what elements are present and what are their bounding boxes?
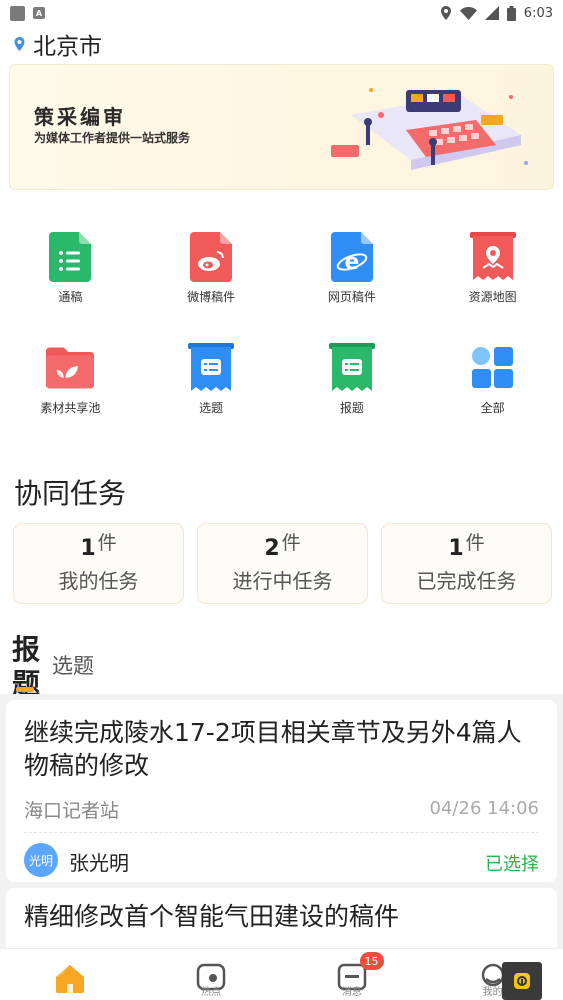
folder-icon	[46, 341, 95, 395]
task-label: 进行中任务	[232, 568, 333, 593]
item-time: 04/26 14:06	[429, 798, 539, 819]
grid-label: 素材共享池	[40, 401, 101, 415]
collab-section-title: 协同任务	[14, 477, 127, 510]
status-badge: 已选择	[485, 854, 539, 875]
task-cards: 1 件 我的任务 2 件 进行中任务 1 件 已完成任务	[13, 523, 552, 604]
avatar: 光明	[24, 843, 58, 877]
grid-item-tonggao[interactable]: 通稿	[0, 230, 141, 305]
nav-label: 我的	[482, 987, 503, 998]
home-icon	[56, 965, 85, 993]
task-label: 已完成任务	[416, 568, 517, 593]
floating-assistant-button[interactable]	[502, 962, 542, 1000]
map-icon	[469, 230, 517, 284]
ie-icon: e	[328, 230, 376, 284]
task-card-in-progress[interactable]: 2 件 进行中任务	[197, 523, 368, 604]
grid-item-all[interactable]: 全部	[422, 341, 563, 416]
task-count: 2	[264, 535, 280, 561]
grid-label: 报题	[339, 401, 364, 415]
nav-message[interactable]: 消息 15	[282, 949, 423, 1000]
grid-item-material-pool[interactable]: 素材共享池	[0, 341, 141, 416]
tab-topic[interactable]: 选题	[52, 650, 94, 680]
task-card-mine[interactable]: 1 件 我的任务	[13, 523, 184, 604]
city-label: 北京市	[33, 34, 102, 60]
signal-icon	[484, 6, 499, 20]
list-item[interactable]: 精细修改首个智能气田建设的稿件	[6, 888, 557, 948]
document-list-icon	[46, 230, 94, 284]
location-status-icon	[440, 6, 451, 20]
function-grid: 通稿 微博稿件 e 网页稿件 资源地图 素材共享池 选题 报题 全部	[0, 230, 563, 416]
task-count-line: 1 件	[448, 532, 484, 561]
task-count-line: 2 件	[264, 532, 300, 561]
status-left: A	[10, 5, 45, 21]
list-item[interactable]: 继续完成陵水17-2项目相关章节及另外4篇人物稿的修改 海口记者站 04/26 …	[6, 700, 557, 882]
banner-illustration	[331, 88, 528, 170]
app-notification-icon: A	[33, 7, 45, 19]
task-unit: 件	[465, 531, 485, 554]
grid-item-weibo[interactable]: 微博稿件	[141, 230, 282, 305]
grid-label: 资源地图	[468, 290, 517, 304]
notification-icon	[10, 5, 25, 21]
grid-label: 通稿	[58, 290, 83, 304]
location-pin-icon	[14, 37, 25, 51]
nav-label: 热点	[201, 987, 222, 998]
grid-label: 网页稿件	[327, 290, 376, 304]
banner-subtitle: 为媒体工作者提供一站式服务	[34, 131, 191, 145]
task-unit: 件	[97, 531, 117, 554]
promo-banner[interactable]: 策采编审 为媒体工作者提供一站式服务	[9, 64, 554, 190]
grid-label: 选题	[199, 401, 224, 415]
weibo-icon	[187, 230, 235, 284]
banner-title: 策采编审	[34, 105, 126, 129]
grid-item-topic[interactable]: 选题	[141, 341, 282, 416]
item-title: 精细修改首个智能气田建设的稿件	[24, 902, 400, 931]
grid-item-report[interactable]: 报题	[282, 341, 423, 416]
nav-hotspot[interactable]: 热点	[141, 949, 282, 1000]
task-count-line: 1 件	[80, 532, 116, 561]
status-time: 6:03	[523, 5, 553, 21]
grid-item-resource-map[interactable]: 资源地图	[422, 230, 563, 305]
report-icon	[328, 341, 376, 395]
grid-label: 全部	[480, 401, 505, 415]
tab-underline	[16, 687, 34, 692]
status-bar: A 6:03	[0, 0, 563, 26]
item-divider	[24, 832, 539, 833]
report-list: 继续完成陵水17-2项目相关章节及另外4篇人物稿的修改 海口记者站 04/26 …	[0, 694, 563, 948]
nav-home[interactable]	[0, 949, 141, 1000]
topic-icon	[187, 341, 235, 395]
grid-item-webpage[interactable]: e 网页稿件	[282, 230, 423, 305]
message-badge: 15	[359, 952, 384, 970]
wifi-icon	[459, 6, 477, 20]
person-name: 张光明	[69, 851, 129, 875]
task-card-completed[interactable]: 1 件 已完成任务	[381, 523, 552, 604]
location-selector[interactable]: 北京市	[14, 27, 102, 61]
item-title: 继续完成陵水17-2项目相关章节及另外4篇人物稿的修改	[24, 718, 522, 780]
status-right: 6:03	[440, 5, 553, 21]
task-unit: 件	[281, 531, 301, 554]
all-apps-icon	[469, 341, 517, 395]
tab-report[interactable]: 报题	[12, 633, 42, 695]
item-org: 海口记者站	[24, 800, 120, 822]
nav-label: 消息	[341, 987, 362, 998]
battery-icon	[506, 5, 516, 21]
bottom-nav: 热点 消息 15 我的	[0, 948, 563, 1000]
assistant-icon	[514, 973, 530, 989]
task-count: 1	[448, 535, 464, 561]
task-count: 1	[80, 535, 96, 561]
grid-label: 微博稿件	[187, 290, 236, 304]
task-label: 我的任务	[58, 568, 139, 593]
